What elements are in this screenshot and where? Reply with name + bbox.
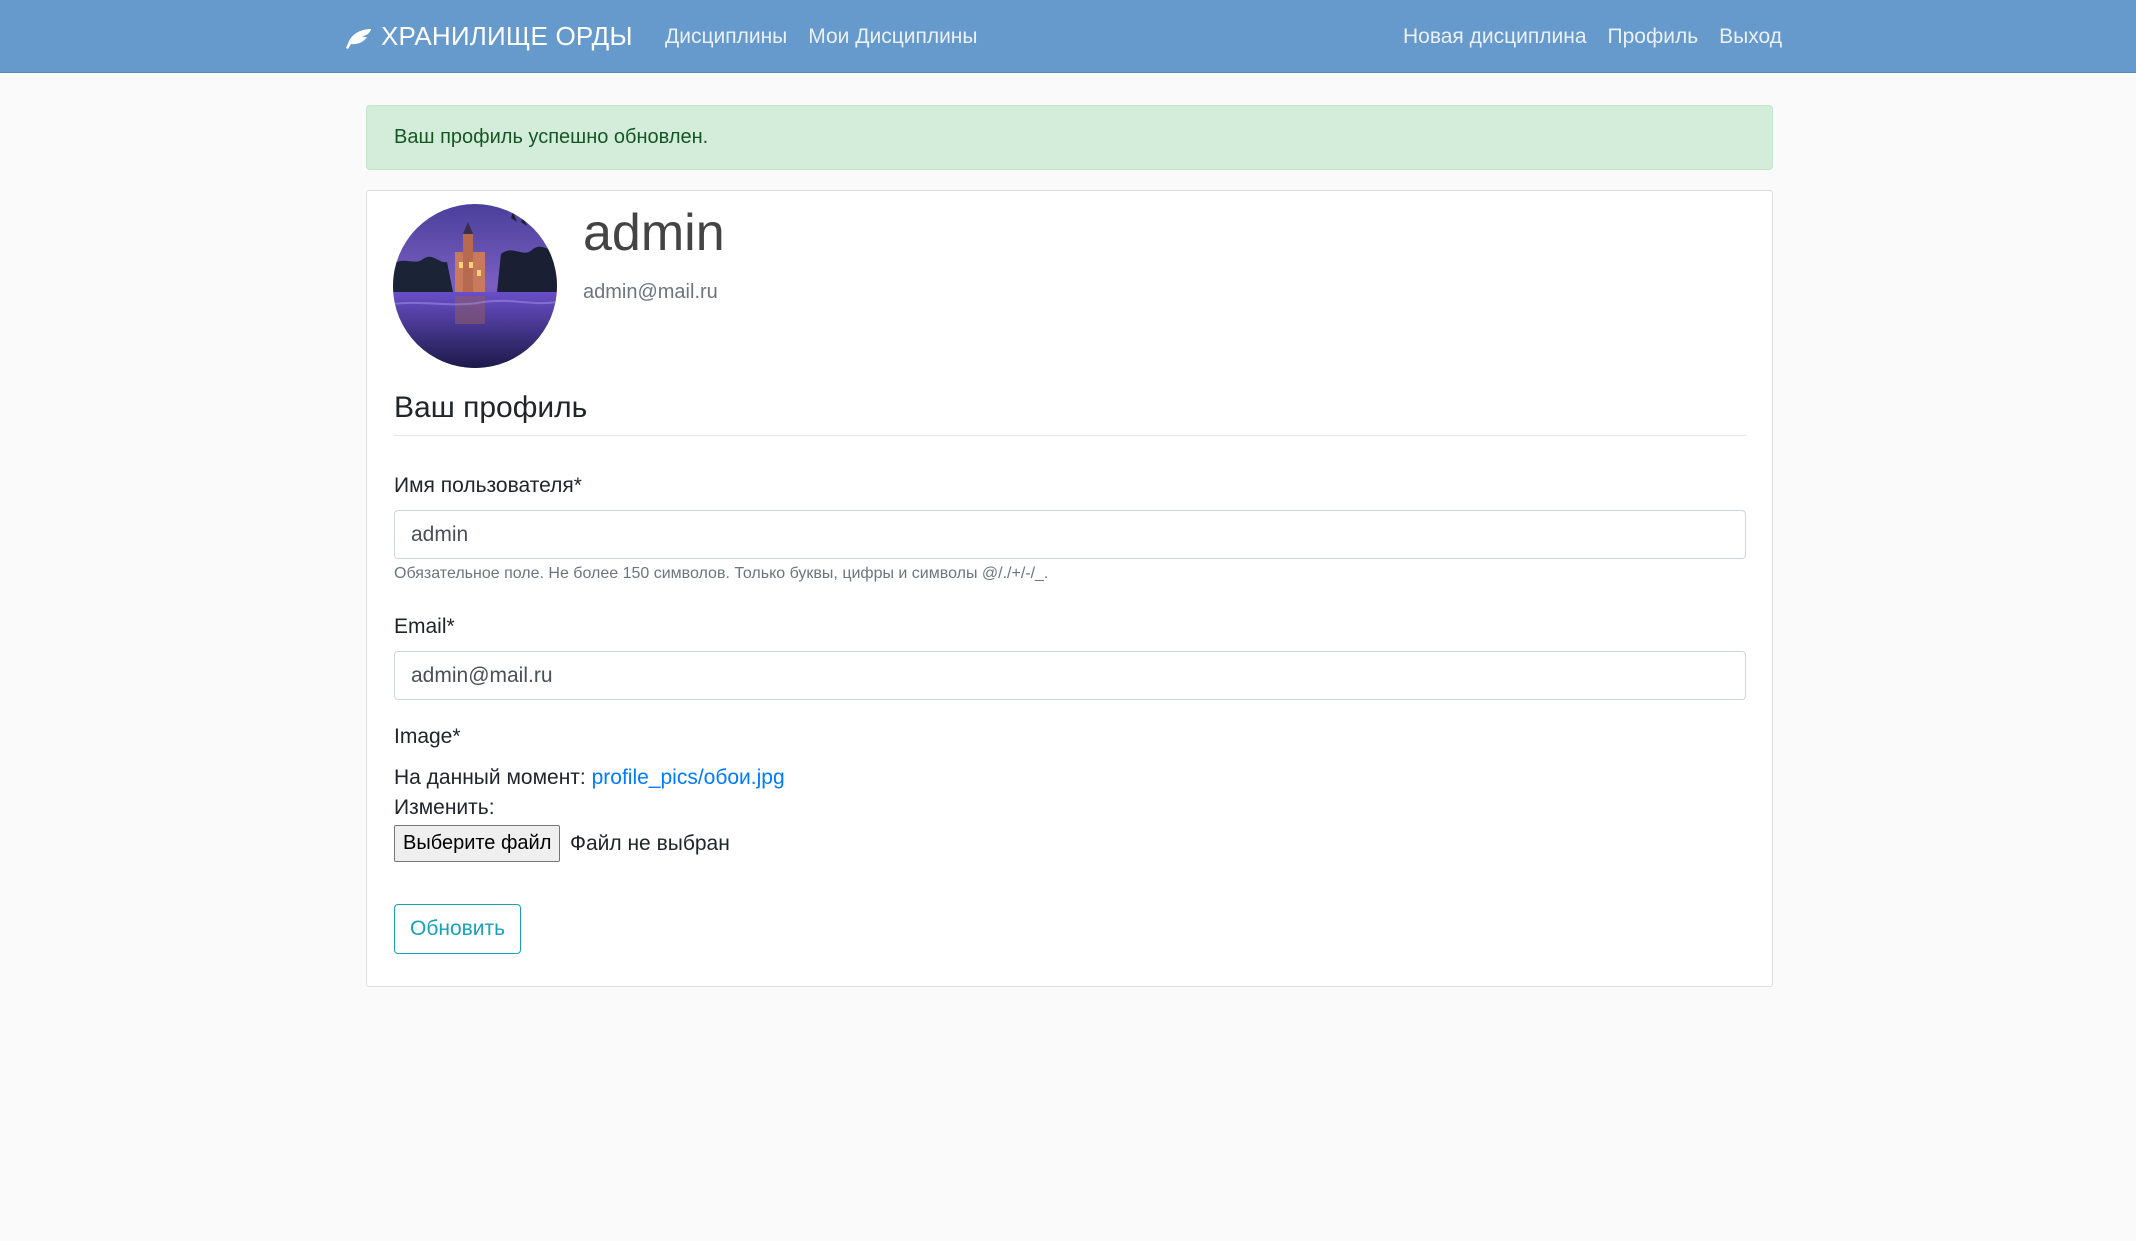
alert-message: Ваш профиль успешно обновлен. bbox=[394, 126, 709, 148]
email-input[interactable] bbox=[394, 651, 1746, 700]
navbar: ХРАНИЛИЩЕ ОРДЫ Дисциплины Мои Дисциплины… bbox=[0, 0, 2136, 73]
file-status-text: Файл не выбран bbox=[570, 832, 730, 855]
nav-left: Дисциплины Мои Дисциплины bbox=[665, 0, 978, 73]
nav-right: Новая дисциплина Профиль Выход bbox=[1403, 0, 1782, 73]
form-title: Ваш профиль bbox=[394, 391, 588, 424]
username-label: Имя пользователя* bbox=[394, 474, 582, 497]
username-help-text: Обязательное поле. Не более 150 символов… bbox=[394, 565, 1049, 582]
current-image: На данный момент: profile_pics/обои.jpg bbox=[394, 766, 785, 790]
brand-title: ХРАНИЛИЩЕ ОРДЫ bbox=[381, 21, 633, 51]
profile-username: admin bbox=[583, 204, 725, 262]
username-input[interactable] bbox=[394, 510, 1746, 559]
brand-link[interactable]: ХРАНИЛИЩЕ ОРДЫ bbox=[345, 0, 633, 73]
feather-icon bbox=[345, 26, 372, 49]
current-image-prefix: На данный момент: bbox=[394, 766, 586, 789]
nav-link-my-disciplines[interactable]: Мои Дисциплины bbox=[808, 25, 977, 49]
success-alert: Ваш профиль успешно обновлен. bbox=[366, 105, 1773, 170]
nav-link-disciplines[interactable]: Дисциплины bbox=[665, 25, 787, 49]
image-label: Image* bbox=[394, 725, 461, 748]
email-label: Email* bbox=[394, 615, 455, 638]
profile-card: admin admin@mail.ru Ваш профиль Имя поль… bbox=[366, 190, 1773, 987]
change-image-label: Изменить: bbox=[394, 796, 495, 819]
profile-email: admin@mail.ru bbox=[583, 281, 718, 303]
nav-link-profile[interactable]: Профиль bbox=[1608, 25, 1699, 49]
avatar bbox=[393, 204, 557, 368]
divider bbox=[394, 435, 1746, 436]
update-button[interactable]: Обновить bbox=[394, 904, 522, 954]
nav-link-new-discipline[interactable]: Новая дисциплина bbox=[1403, 25, 1587, 49]
nav-link-logout[interactable]: Выход bbox=[1719, 25, 1782, 49]
avatar-image bbox=[393, 204, 557, 368]
current-image-link[interactable]: profile_pics/обои.jpg bbox=[592, 766, 785, 789]
choose-file-button[interactable]: Выберите файл bbox=[394, 825, 561, 862]
